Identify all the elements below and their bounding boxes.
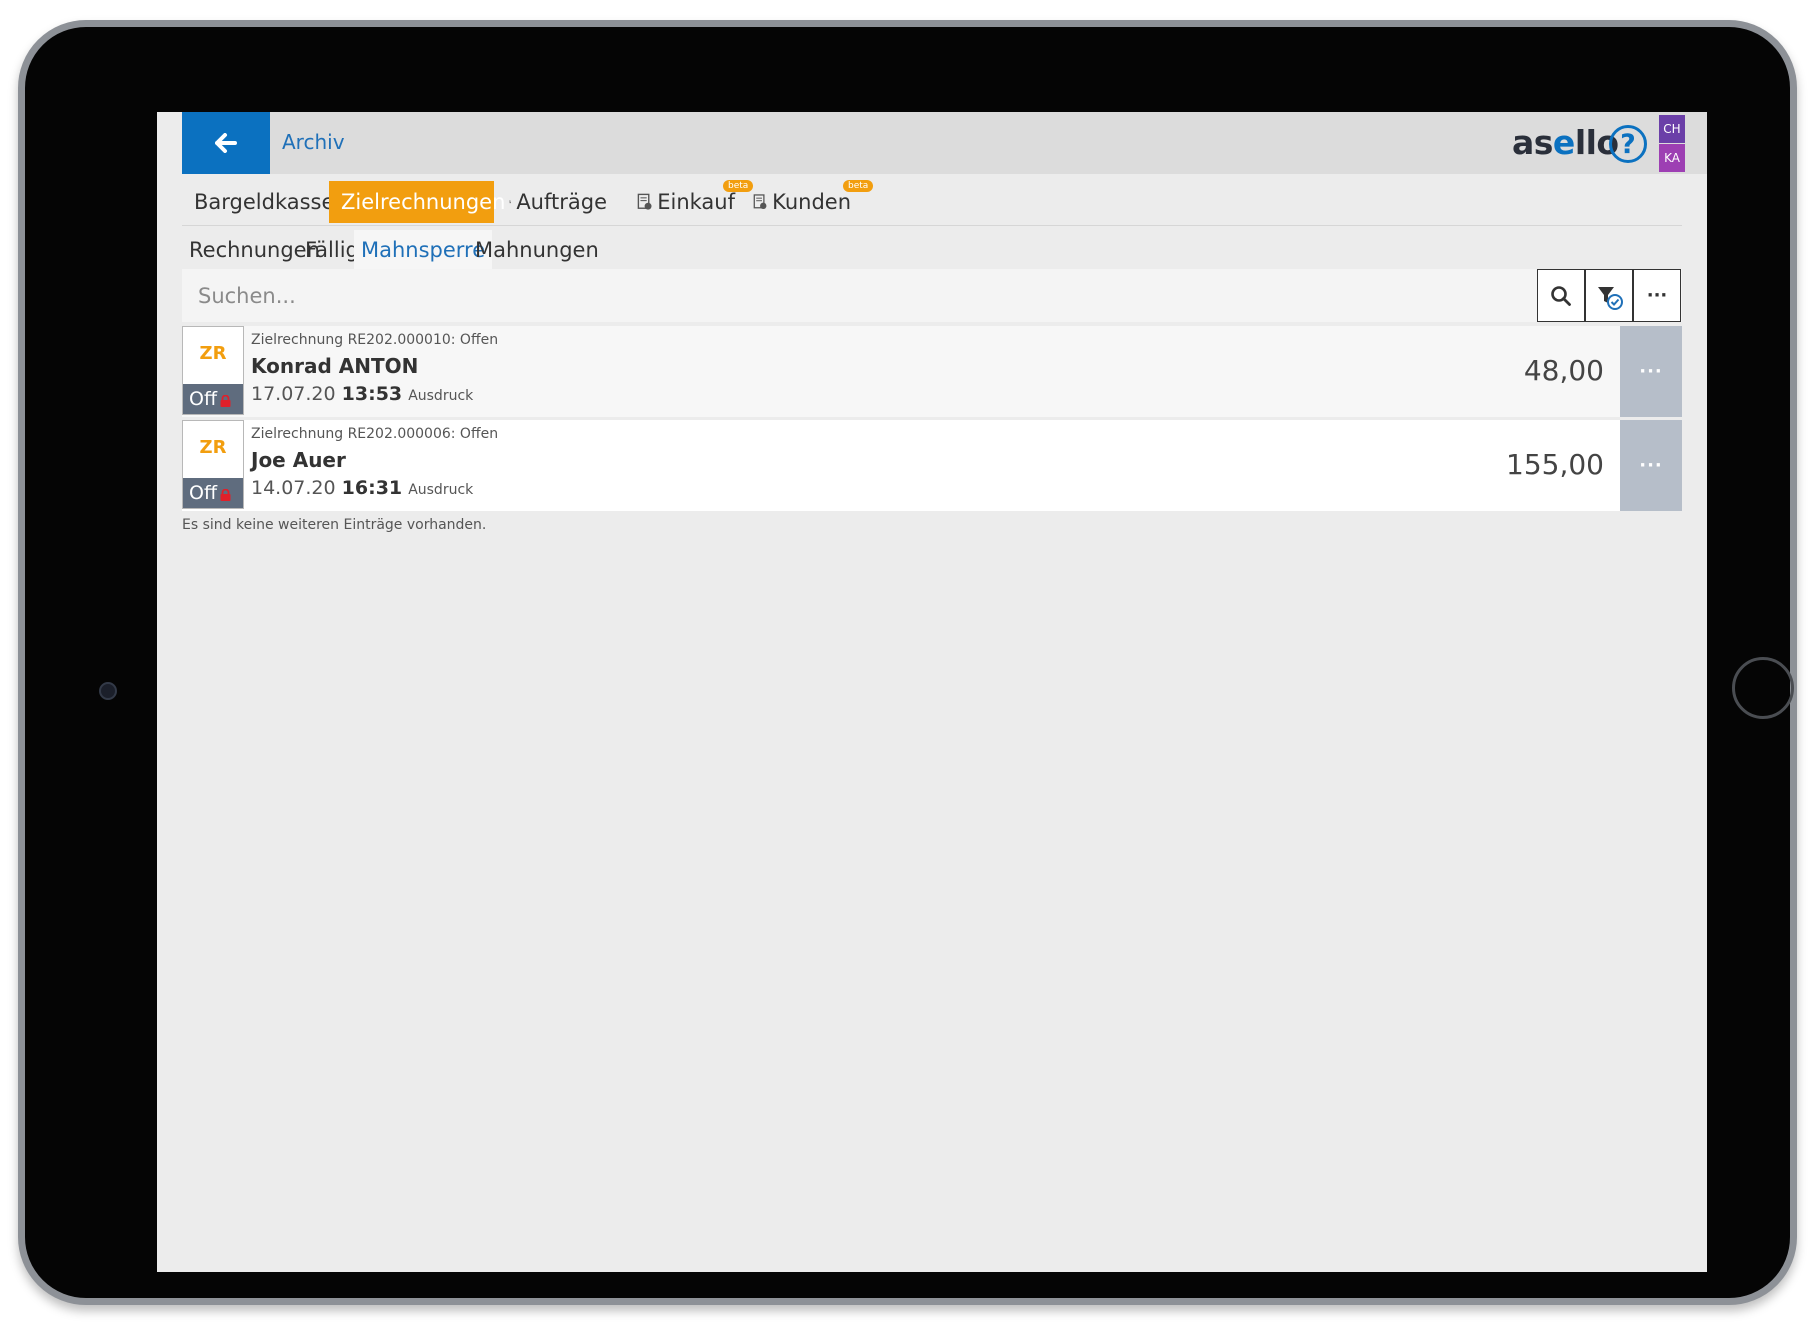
- tab-bargeldkasse[interactable]: Bargeldkasse: [182, 181, 334, 223]
- print-tag: Ausdruck: [408, 482, 474, 498]
- status-label: Off: [189, 482, 218, 504]
- invoice-type-badge[interactable]: ZR Off: [182, 420, 244, 509]
- lock-icon: [220, 395, 231, 407]
- status-badge: Off: [183, 384, 243, 414]
- invoice-date: 17.07.20 13:53 Ausdruck: [251, 383, 473, 405]
- row-more-button[interactable]: ···: [1620, 420, 1682, 511]
- customer-name: Konrad ANTON: [251, 354, 419, 378]
- invoice-doc-icon: [509, 200, 512, 204]
- invoice-list: ZR Off Zielrechnung RE202.000010: Offen …: [182, 326, 1682, 514]
- time-value: 16:31: [341, 477, 403, 499]
- more-dots-icon: ···: [1646, 285, 1668, 306]
- arrow-left-icon: [215, 133, 237, 153]
- top-bar: Archiv asello ? CH KA: [182, 112, 1707, 174]
- tab-einkauf[interactable]: Einkauf beta: [630, 180, 754, 223]
- filter-check-icon: [1598, 286, 1623, 310]
- print-tag: Ausdruck: [408, 388, 474, 404]
- invoice-type-badge[interactable]: ZR Off: [182, 326, 244, 415]
- beta-badge: beta: [843, 180, 874, 192]
- subtab-mahnungen[interactable]: Mahnungen: [468, 230, 606, 270]
- brand-accent: e: [1552, 123, 1575, 162]
- page-title: Archiv: [282, 130, 345, 154]
- camera-dot: [99, 682, 117, 700]
- status-label: Off: [189, 388, 218, 410]
- back-button[interactable]: [182, 112, 270, 174]
- end-of-list-note: Es sind keine weiteren Einträge vorhande…: [182, 517, 487, 533]
- list-item[interactable]: ZR Off Zielrechnung RE202.000010: Offen …: [182, 326, 1682, 417]
- brand-prefix: as: [1512, 123, 1553, 162]
- invoice-doc-icon: [753, 194, 767, 210]
- status-badge: Off: [183, 478, 243, 508]
- badge-type: ZR: [199, 343, 227, 364]
- search-button[interactable]: [1537, 269, 1585, 322]
- badge-type: ZR: [199, 437, 227, 458]
- help-button[interactable]: ?: [1609, 125, 1647, 163]
- time-value: 13:53: [341, 383, 403, 405]
- invoice-amount: 155,00: [1506, 448, 1604, 481]
- help-icon: ?: [1620, 128, 1636, 160]
- tab-label: Einkauf: [657, 190, 735, 214]
- tab-label: Aufträge: [516, 190, 607, 214]
- home-button[interactable]: [1732, 657, 1794, 719]
- lock-icon: [220, 489, 231, 501]
- brand-logo: asello: [1512, 123, 1619, 162]
- user-badge-ch[interactable]: CH: [1659, 115, 1685, 143]
- row-more-button[interactable]: ···: [1620, 326, 1682, 417]
- tab-zielrechnungen[interactable]: Zielrechnungen: [329, 181, 505, 223]
- customer-name: Joe Auer: [251, 448, 346, 472]
- tab-label: Kunden: [772, 190, 851, 214]
- user-badge-ka[interactable]: KA: [1659, 144, 1685, 172]
- tab-label: Bargeldkasse: [194, 190, 335, 214]
- tab-kunden[interactable]: Kunden beta: [746, 180, 874, 223]
- invoice-subtitle: Zielrechnung RE202.000010: Offen: [251, 332, 499, 348]
- main-tabs: Bargeldkasse Zielrechnungen Aufträge Ein…: [182, 180, 1682, 226]
- app-screen: Archiv asello ? CH KA Bargeldkasse Zielr…: [157, 112, 1707, 1272]
- search-bar: ···: [182, 269, 1682, 322]
- search-input[interactable]: [182, 269, 1532, 322]
- tab-auftraege[interactable]: Aufträge: [502, 181, 607, 223]
- date-value: 17.07.20: [251, 383, 336, 405]
- invoice-subtitle: Zielrechnung RE202.000006: Offen: [251, 426, 499, 442]
- invoice-amount: 48,00: [1523, 354, 1604, 387]
- list-item[interactable]: ZR Off Zielrechnung RE202.000006: Offen …: [182, 420, 1682, 511]
- filter-button[interactable]: [1585, 269, 1633, 322]
- date-value: 14.07.20: [251, 477, 336, 499]
- tablet-frame: Archiv asello ? CH KA Bargeldkasse Zielr…: [18, 20, 1797, 1305]
- invoice-date: 14.07.20 16:31 Ausdruck: [251, 477, 473, 499]
- invoice-doc-icon: [637, 193, 652, 210]
- more-options-button[interactable]: ···: [1633, 269, 1681, 322]
- tab-label: Zielrechnungen: [341, 190, 506, 214]
- search-icon: [1551, 285, 1571, 306]
